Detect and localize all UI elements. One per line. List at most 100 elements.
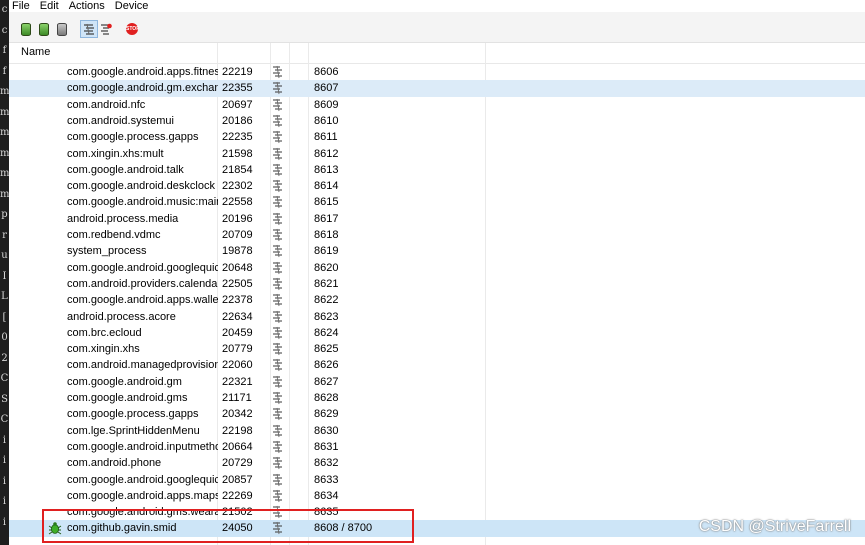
debug-port: 8620 (314, 261, 339, 274)
threads-icon (271, 65, 287, 79)
table-row[interactable]: android.process.acore 22634 8623 (9, 309, 865, 325)
table-row[interactable]: com.google.android.gms 21171 8628 (9, 390, 865, 406)
threads-icon (271, 81, 287, 95)
table-row[interactable]: com.google.process.gapps 20342 8629 (9, 406, 865, 422)
debug-port: 8619 (314, 245, 339, 258)
table-row[interactable]: com.google.android.gm 22321 8627 (9, 374, 865, 390)
debug-process-icon (21, 22, 31, 36)
process-pid: 20857 (222, 473, 253, 486)
background-glyph: i (2, 434, 7, 446)
process-pid: 20459 (222, 326, 253, 339)
annotation-highlight-box (42, 509, 414, 543)
background-glyph: m (0, 127, 9, 138)
table-row[interactable]: com.android.providers.calendar 22505 8621 (9, 276, 865, 292)
process-pid: 20186 (222, 114, 253, 127)
table-row[interactable]: com.google.android.googlequicksearchbox 2… (9, 260, 865, 276)
debug-port: 8607 (314, 82, 339, 95)
threads-icon (271, 358, 287, 372)
debug-port: 8610 (314, 114, 339, 127)
background-glyph: u (1, 250, 8, 261)
process-name: com.android.managedprovisioning (67, 359, 218, 372)
debug-port: 8629 (314, 408, 339, 421)
process-pid: 22505 (222, 277, 253, 290)
table-row[interactable]: com.google.android.deskclock 22302 8614 (9, 178, 865, 194)
threads-icon (271, 293, 287, 307)
process-table: Name com.google.android.apps.fitness 2221… (9, 43, 865, 545)
threads-icon (271, 473, 287, 487)
process-pid: 20697 (222, 98, 253, 111)
menu-actions[interactable]: Actions (64, 0, 110, 12)
table-row[interactable]: com.google.android.apps.fitness 22219 8606 (9, 64, 865, 80)
method-profiling-button[interactable] (98, 21, 114, 37)
table-row[interactable]: com.redbend.vdmc 20709 8618 (9, 227, 865, 243)
threads-icon (271, 440, 287, 454)
menu-file[interactable]: File (9, 0, 35, 12)
process-name: com.google.android.gm (67, 375, 182, 388)
background-glyph: f (2, 45, 7, 56)
column-header-name[interactable]: Name (21, 46, 50, 58)
process-pid: 20664 (222, 440, 253, 453)
menu-edit[interactable]: Edit (35, 0, 64, 12)
process-name: com.google.android.apps.wallet (67, 294, 218, 307)
table-row[interactable]: android.process.media 20196 8617 (9, 211, 865, 227)
background-glyph: c (1, 4, 8, 15)
dump-hprof-button[interactable] (54, 21, 70, 37)
background-window-edge: c c f f m m m m m m p r u I L[0 2 C S Ci i i i i (0, 0, 9, 545)
table-row[interactable]: system_process 19878 8619 (9, 243, 865, 259)
process-name: android.process.acore (67, 310, 176, 323)
table-row[interactable]: com.xingin.xhs 20779 8625 (9, 341, 865, 357)
debug-port: 8630 (314, 424, 339, 437)
background-glyph: C (0, 414, 9, 425)
process-name: com.google.android.googlequicksearchbox (67, 473, 218, 486)
background-glyph: C (0, 373, 9, 384)
debug-port: 8626 (314, 359, 339, 372)
threads-icon (271, 326, 287, 340)
threads-icon (271, 342, 287, 356)
process-pid: 20648 (222, 261, 253, 274)
process-name: system_process (67, 245, 147, 258)
table-row[interactable]: com.google.process.gapps 22235 8611 (9, 129, 865, 145)
table-row[interactable]: com.android.phone 20729 8632 (9, 455, 865, 471)
table-row[interactable]: com.google.android.gm.exchange 22355 8607 (9, 80, 865, 97)
debug-port: 8628 (314, 392, 339, 404)
process-pid: 22634 (222, 310, 253, 323)
process-name: com.google.process.gapps (67, 408, 199, 421)
process-pid: 20729 (222, 457, 253, 470)
table-row[interactable]: com.google.android.talk 21854 8613 (9, 162, 865, 178)
threads-icon (271, 244, 287, 258)
process-name: com.android.nfc (67, 98, 146, 111)
table-row[interactable]: com.android.managedprovisioning 22060 8626 (9, 357, 865, 373)
table-row[interactable]: com.lge.SprintHiddenMenu 22198 8630 (9, 423, 865, 439)
background-glyph: i (2, 496, 7, 507)
threads-icon (271, 179, 287, 193)
menu-device[interactable]: Device (110, 0, 154, 12)
table-row[interactable]: com.xingin.xhs:mult 21598 8612 (9, 146, 865, 162)
background-glyph: L (1, 291, 8, 302)
background-glyph: i (2, 516, 7, 528)
table-row[interactable]: com.android.systemui 20186 8610 (9, 113, 865, 129)
table-row[interactable]: com.google.android.inputmethod 20664 8631 (9, 439, 865, 455)
process-pid: 21854 (222, 163, 253, 176)
threads-icon (271, 98, 287, 112)
dump-hprof-icon (57, 22, 67, 36)
table-row[interactable]: com.google.android.googlequicksearchbox 2… (9, 472, 865, 488)
debug-port: 8613 (314, 163, 339, 176)
background-glyph: m (0, 188, 9, 200)
table-row[interactable]: com.brc.ecloud 20459 8624 (9, 325, 865, 341)
process-name: com.android.systemui (67, 114, 174, 127)
threads-icon (271, 407, 287, 421)
threads-icon (271, 114, 287, 128)
debug-process-button[interactable] (18, 21, 34, 37)
table-row[interactable]: com.google.android.music:main 22558 8615 (9, 194, 865, 210)
update-threads-button[interactable] (80, 20, 98, 38)
table-row[interactable]: com.android.nfc 20697 8609 (9, 97, 865, 113)
table-row[interactable]: com.google.android.apps.maps 22269 8634 (9, 488, 865, 504)
table-row[interactable]: com.google.android.apps.wallet 22378 8622 (9, 292, 865, 308)
process-name: com.android.providers.calendar (67, 277, 218, 290)
process-name: com.google.android.googlequicksearchbox (67, 261, 218, 274)
process-pid: 19878 (222, 245, 253, 258)
stop-process-button[interactable]: STOP (124, 21, 140, 37)
update-heap-button[interactable] (36, 21, 52, 37)
background-glyph: i (2, 475, 7, 487)
process-name: com.google.android.gm.exchange (67, 82, 218, 95)
